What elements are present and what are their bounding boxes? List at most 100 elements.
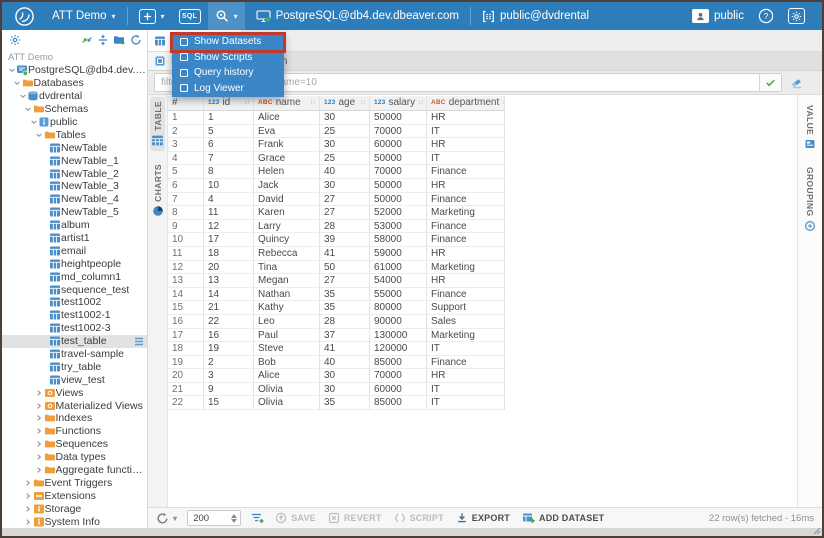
tree-item-test1002-1[interactable]: test1002-1 <box>2 309 147 322</box>
row-number-cell[interactable]: 18 <box>168 342 204 356</box>
data-cell-id[interactable]: 16 <box>204 329 254 343</box>
row-number-cell[interactable]: 10 <box>168 233 204 247</box>
tree-expander-icon[interactable] <box>18 92 27 100</box>
data-cell-salary[interactable]: 55000 <box>370 288 427 302</box>
tree-item-test-table[interactable]: test_table <box>2 335 147 348</box>
data-cell-department[interactable]: Marketing <box>427 329 505 343</box>
data-cell-salary[interactable]: 60000 <box>370 383 427 397</box>
tree-item-newtable[interactable]: NewTable <box>2 141 147 154</box>
data-cell-age[interactable]: 41 <box>320 247 370 261</box>
tree-expander-icon[interactable] <box>24 518 33 526</box>
data-cell-salary[interactable]: 54000 <box>370 274 427 288</box>
data-cell-age[interactable]: 27 <box>320 274 370 288</box>
sort-icon[interactable]: ↓↑ <box>418 96 423 109</box>
tree-expander-icon[interactable] <box>24 479 33 487</box>
data-cell-department[interactable]: Finance <box>427 165 505 179</box>
data-cell-salary[interactable]: 85000 <box>370 356 427 370</box>
tree-expander-icon[interactable] <box>13 79 22 87</box>
tree-item-newtable-5[interactable]: NewTable_5 <box>2 206 147 219</box>
link-with-editor-icon[interactable] <box>81 34 93 46</box>
tree-expander-icon[interactable] <box>35 440 44 448</box>
row-number-cell[interactable]: 8 <box>168 206 204 220</box>
data-cell-id[interactable]: 14 <box>204 288 254 302</box>
tree-item-system-info[interactable]: System Info <box>2 515 147 528</box>
row-number-cell[interactable]: 3 <box>168 138 204 152</box>
data-cell-salary[interactable]: 120000 <box>370 342 427 356</box>
data-cell-name[interactable]: Helen <box>254 165 320 179</box>
data-cell-id[interactable]: 18 <box>204 247 254 261</box>
tree-item-event-triggers[interactable]: Event Triggers <box>2 477 147 490</box>
sort-icon[interactable]: ↓↑ <box>244 96 249 109</box>
data-cell-id[interactable]: 4 <box>204 193 254 207</box>
data-cell-department[interactable]: Marketing <box>427 206 505 220</box>
data-cell-age[interactable]: 30 <box>320 111 370 125</box>
tree-item-storage[interactable]: Storage <box>2 502 147 515</box>
data-cell-name[interactable]: Steve <box>254 342 320 356</box>
data-cell-department[interactable]: Sales <box>427 315 505 329</box>
data-cell-name[interactable]: Megan <box>254 274 320 288</box>
menu-item-query-history[interactable]: Query history <box>172 65 284 81</box>
row-number-cell[interactable]: 19 <box>168 356 204 370</box>
data-cell-age[interactable]: 40 <box>320 165 370 179</box>
data-cell-name[interactable]: Kathy <box>254 301 320 315</box>
fetch-size-stepper[interactable] <box>187 510 241 526</box>
row-number-cell[interactable]: 5 <box>168 165 204 179</box>
data-cell-age[interactable]: 27 <box>320 206 370 220</box>
refresh-result-button[interactable]: ▾ <box>156 512 177 525</box>
tree-item-newtable-3[interactable]: NewTable_3 <box>2 180 147 193</box>
data-cell-name[interactable]: Bob <box>254 356 320 370</box>
tree-item-tables[interactable]: Tables <box>2 128 147 141</box>
tree-expander-icon[interactable] <box>35 453 44 461</box>
settings-button[interactable] <box>781 2 812 30</box>
menu-item-show-scripts[interactable]: Show Scripts <box>172 50 284 66</box>
data-cell-age[interactable]: 27 <box>320 193 370 207</box>
data-cell-name[interactable]: Alice <box>254 111 320 125</box>
data-cell-age[interactable]: 28 <box>320 315 370 329</box>
data-cell-department[interactable]: HR <box>427 138 505 152</box>
tree-item-databases[interactable]: Databases <box>2 77 147 90</box>
data-cell-id[interactable]: 5 <box>204 125 254 139</box>
data-cell-department[interactable]: HR <box>427 111 505 125</box>
data-cell-age[interactable]: 37 <box>320 329 370 343</box>
export-button[interactable]: EXPORT <box>456 512 510 524</box>
data-cell-age[interactable]: 35 <box>320 396 370 410</box>
data-cell-id[interactable]: 8 <box>204 165 254 179</box>
data-cell-name[interactable]: Grace <box>254 152 320 166</box>
tree-expander-icon[interactable] <box>24 505 33 513</box>
help-button[interactable]: ? <box>751 2 781 30</box>
tree-item-heightpeople[interactable]: heightpeople <box>2 257 147 270</box>
data-cell-department[interactable]: Finance <box>427 233 505 247</box>
add-dataset-button[interactable]: ADD DATASET <box>522 512 604 524</box>
data-cell-department[interactable]: Marketing <box>427 261 505 275</box>
tree-item-newtable-1[interactable]: NewTable_1 <box>2 154 147 167</box>
data-cell-name[interactable]: Frank <box>254 138 320 152</box>
tree-item-email[interactable]: email <box>2 244 147 257</box>
tree-item-data-types[interactable]: Data types <box>2 451 147 464</box>
tree-item-schemas[interactable]: Schemas <box>2 103 147 116</box>
row-number-cell[interactable]: 14 <box>168 288 204 302</box>
row-number-cell[interactable]: 17 <box>168 329 204 343</box>
row-number-cell[interactable]: 15 <box>168 301 204 315</box>
data-cell-salary[interactable]: 52000 <box>370 206 427 220</box>
data-cell-department[interactable]: Finance <box>427 220 505 234</box>
data-cell-department[interactable]: Finance <box>427 356 505 370</box>
data-cell-salary[interactable]: 60000 <box>370 138 427 152</box>
schema-selector[interactable]: public@dvdrental <box>475 2 596 30</box>
data-cell-salary[interactable]: 85000 <box>370 396 427 410</box>
data-cell-id[interactable]: 7 <box>204 152 254 166</box>
data-cell-id[interactable]: 17 <box>204 233 254 247</box>
data-cell-age[interactable]: 50 <box>320 261 370 275</box>
menu-item-show-datasets[interactable]: Show Datasets <box>172 34 284 50</box>
tree-item-test1002[interactable]: test1002 <box>2 296 147 309</box>
tree-expander-icon[interactable] <box>35 131 44 139</box>
data-cell-id[interactable]: 6 <box>204 138 254 152</box>
tree-item-artist1[interactable]: artist1 <box>2 232 147 245</box>
data-cell-salary[interactable]: 70000 <box>370 165 427 179</box>
data-cell-id[interactable]: 10 <box>204 179 254 193</box>
panel-tab-value[interactable]: VALUE <box>803 101 817 154</box>
tree-expander-icon[interactable] <box>29 118 38 126</box>
column-header-salary[interactable]: 123salary↓↑ <box>370 96 427 111</box>
tree-item-sequence-test[interactable]: sequence_test <box>2 283 147 296</box>
data-cell-salary[interactable]: 50000 <box>370 179 427 193</box>
data-cell-salary[interactable]: 50000 <box>370 111 427 125</box>
